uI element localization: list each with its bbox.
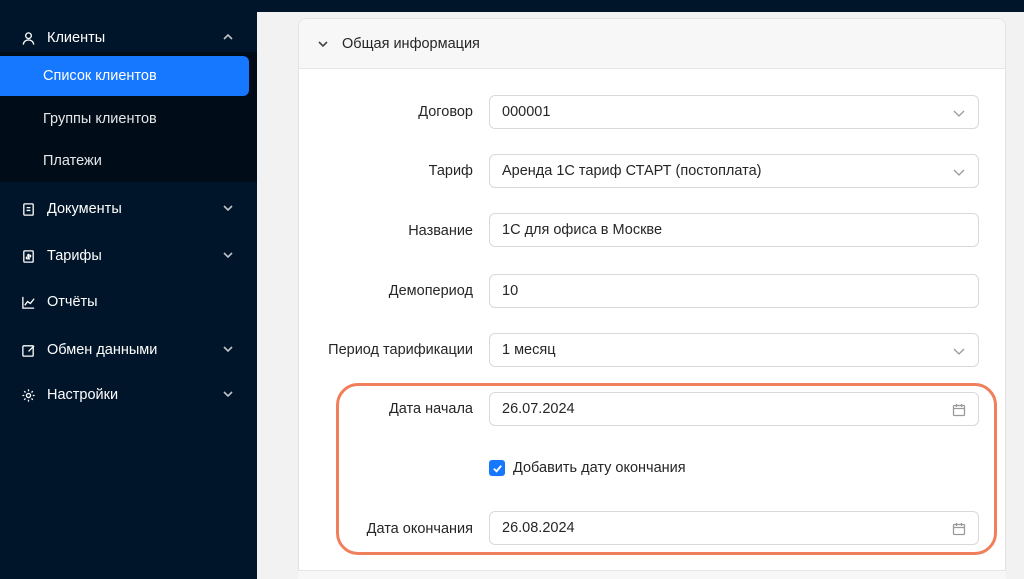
top-bar — [257, 0, 1024, 12]
sidebar-item-label: Отчёты — [47, 294, 98, 310]
sidebar-item-label: Группы клиентов — [43, 111, 157, 127]
demo-period-label: Демопериод — [388, 283, 473, 299]
tariff-select[interactable]: Аренда 1С тариф СТАРТ (постоплата) — [489, 154, 979, 188]
chevron-down-icon — [317, 38, 329, 50]
end-date-label: Дата окончания — [366, 521, 473, 537]
sidebar-item-label: Клиенты — [47, 30, 106, 46]
end-date-picker[interactable]: 26.08.2024 — [489, 511, 979, 545]
name-value: 1С для офиса в Москве — [502, 222, 663, 238]
sidebar-subitem-client-list[interactable]: Список клиентов — [0, 56, 249, 96]
sidebar-subitem-client-groups[interactable]: Группы клиентов — [0, 99, 157, 139]
calendar-icon — [952, 403, 966, 417]
tariff-label: Тариф — [428, 163, 473, 179]
add-end-date-checkbox[interactable]: Добавить дату окончания — [489, 458, 686, 478]
contract-value: 000001 — [502, 104, 551, 120]
name-input[interactable]: 1С для офиса в Москве — [489, 213, 979, 247]
sidebar-item-label: Настройки — [47, 387, 119, 403]
sidebar-item-label: Платежи — [43, 153, 102, 169]
checkbox-checked-icon — [489, 460, 505, 476]
tariff-value: Аренда 1С тариф СТАРТ (постоплата) — [502, 163, 762, 179]
sidebar: Клиенты Список клиентов Группы клиентов … — [0, 0, 257, 579]
end-date-value: 26.08.2024 — [502, 520, 575, 536]
start-date-picker[interactable]: 26.07.2024 — [489, 392, 979, 426]
billing-period-select[interactable]: 1 месяц — [489, 333, 979, 367]
chevron-down-icon — [952, 106, 966, 120]
chevron-down-icon — [952, 344, 966, 358]
panel-header[interactable]: Общая информация — [299, 19, 1005, 69]
chevron-down-icon — [222, 249, 234, 261]
sidebar-item-tariffs[interactable]: Тарифы — [0, 236, 257, 276]
edit-square-icon — [20, 342, 36, 358]
sidebar-subitem-payments[interactable]: Платежи — [0, 141, 102, 181]
sidebar-item-label: Тарифы — [47, 248, 102, 264]
start-date-value: 26.07.2024 — [502, 401, 575, 417]
user-icon — [20, 30, 36, 46]
contract-label: Договор — [418, 104, 473, 120]
sidebar-item-exchange[interactable]: Обмен данными — [0, 330, 257, 370]
start-date-label: Дата начала — [388, 401, 473, 417]
sidebar-item-label: Список клиентов — [43, 68, 157, 84]
calendar-icon — [952, 522, 966, 536]
contract-select[interactable]: 000001 — [489, 95, 979, 129]
document-icon — [20, 201, 36, 217]
chart-line-icon — [20, 294, 36, 310]
sidebar-item-label: Документы — [47, 201, 122, 217]
sidebar-item-settings[interactable]: Настройки — [0, 375, 257, 415]
panel-title: Общая информация — [342, 35, 480, 52]
sidebar-item-reports[interactable]: Отчёты — [0, 282, 257, 322]
demo-period-input[interactable]: 10 — [489, 274, 979, 308]
chevron-up-icon — [222, 31, 234, 43]
add-end-date-label: Добавить дату окончания — [513, 460, 686, 476]
chevron-down-icon — [222, 343, 234, 355]
gear-icon — [20, 387, 36, 403]
chevron-down-icon — [222, 388, 234, 400]
chevron-down-icon — [952, 165, 966, 179]
chevron-down-icon — [222, 202, 234, 214]
sidebar-item-label: Обмен данными — [47, 342, 158, 358]
demo-period-value: 10 — [502, 283, 519, 299]
sidebar-item-documents[interactable]: Документы — [0, 189, 257, 229]
clients-submenu: Список клиентов Группы клиентов Платежи — [0, 52, 257, 182]
next-panel-header — [298, 570, 1006, 579]
billing-period-label: Период тарификации — [328, 342, 473, 358]
tariff-icon — [20, 248, 36, 264]
billing-period-value: 1 месяц — [502, 342, 556, 358]
name-label: Название — [408, 223, 473, 239]
